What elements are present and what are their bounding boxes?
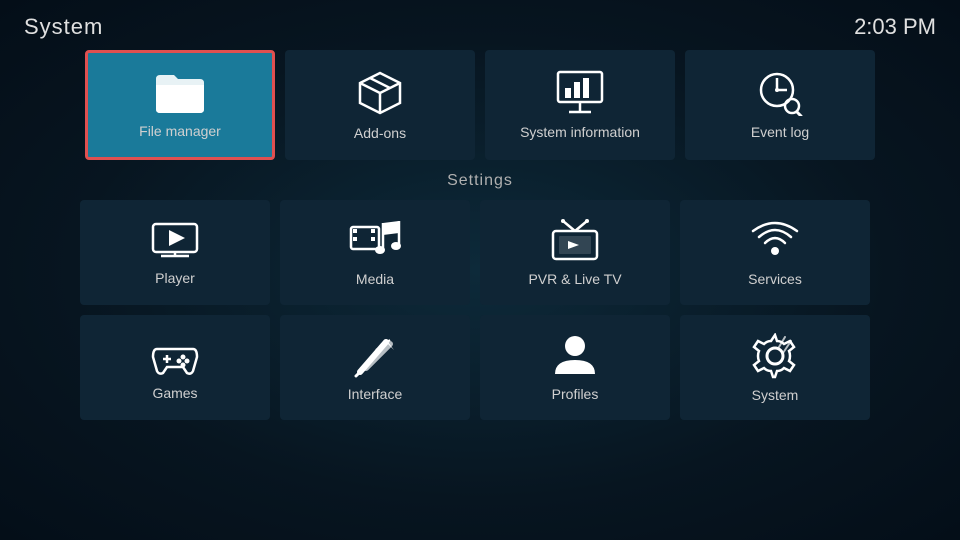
- grid-item-games[interactable]: Games: [80, 315, 270, 420]
- add-ons-label: Add-ons: [354, 125, 406, 141]
- header: System 2:03 PM: [0, 0, 960, 50]
- top-item-add-ons[interactable]: Add-ons: [285, 50, 475, 160]
- grid-row-2: Games Interface Profiles: [80, 315, 880, 420]
- top-item-file-manager[interactable]: File manager: [85, 50, 275, 160]
- system-information-label: System information: [520, 124, 640, 140]
- grid-item-system[interactable]: System: [680, 315, 870, 420]
- services-label: Services: [748, 271, 802, 287]
- top-item-system-information[interactable]: System information: [485, 50, 675, 160]
- games-label: Games: [152, 385, 197, 401]
- profiles-label: Profiles: [552, 386, 599, 402]
- grid-row-1: Player Media: [80, 200, 880, 305]
- grid-item-profiles[interactable]: Profiles: [480, 315, 670, 420]
- clock: 2:03 PM: [854, 14, 936, 40]
- settings-grid: Player Media: [0, 200, 960, 420]
- grid-item-media[interactable]: Media: [280, 200, 470, 305]
- top-row: File manager Add-ons System information: [0, 50, 960, 160]
- player-label: Player: [155, 270, 195, 286]
- system-label: System: [752, 387, 799, 403]
- media-label: Media: [356, 271, 394, 287]
- interface-label: Interface: [348, 386, 402, 402]
- grid-item-interface[interactable]: Interface: [280, 315, 470, 420]
- grid-item-pvr-live-tv[interactable]: PVR & Live TV: [480, 200, 670, 305]
- grid-item-services[interactable]: Services: [680, 200, 870, 305]
- file-manager-label: File manager: [139, 123, 221, 139]
- grid-item-player[interactable]: Player: [80, 200, 270, 305]
- top-item-event-log[interactable]: Event log: [685, 50, 875, 160]
- settings-label: Settings: [0, 172, 960, 190]
- pvr-live-tv-label: PVR & Live TV: [528, 271, 621, 287]
- page-title: System: [24, 14, 103, 40]
- event-log-label: Event log: [751, 124, 809, 140]
